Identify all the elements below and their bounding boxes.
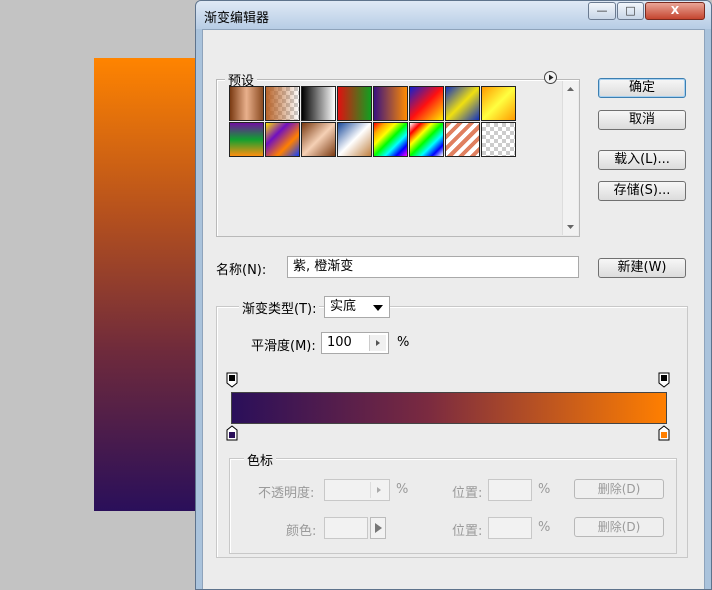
preset-swatch-blue-yellow-blue[interactable]	[445, 86, 480, 121]
preset-swatch-fill	[338, 87, 371, 120]
preset-swatch-fill	[230, 123, 263, 156]
minimize-button[interactable]: —	[588, 2, 616, 20]
preset-swatch-fill	[410, 123, 443, 156]
opacity-stop-right[interactable]	[658, 372, 670, 388]
close-button[interactable]: X	[645, 2, 705, 20]
preset-swatch-fill	[266, 87, 299, 120]
play-icon	[375, 523, 382, 533]
gradient-type-label: 渐变类型(T):	[239, 298, 320, 317]
location-unit-opacity: %	[538, 482, 551, 497]
location-input-color[interactable]	[488, 517, 532, 539]
preset-swatch-violet-orange[interactable]	[373, 86, 408, 121]
preset-swatch-fill	[446, 123, 479, 156]
opacity-stepper[interactable]	[370, 482, 387, 498]
location-unit-color: %	[538, 520, 551, 535]
scroll-down-icon[interactable]	[563, 221, 578, 233]
preset-swatch-copper-transparent[interactable]	[265, 86, 300, 121]
preset-swatch-transparent-rainbow[interactable]	[409, 122, 444, 157]
preset-swatch-fill	[482, 87, 515, 120]
save-button[interactable]: 存储(S)...	[598, 181, 686, 201]
gradient-editor-dialog: 渐变编辑器 — □ X 预设 确定 取消 载入(L)... 存储(S)... 名…	[195, 0, 712, 590]
preset-swatch-chrome[interactable]	[337, 122, 372, 157]
smoothness-stepper[interactable]	[369, 335, 386, 351]
cancel-button[interactable]: 取消	[598, 110, 686, 130]
delete-color-stop-button[interactable]: 删除(D)	[574, 517, 664, 537]
preset-swatch-fill	[446, 87, 479, 120]
new-button[interactable]: 新建(W)	[598, 258, 686, 278]
presets-list	[217, 80, 579, 236]
stops-group: 色标 不透明度: % 位置: % 删除(D) 颜色: 位置: % 删除(D)	[229, 450, 677, 554]
preset-swatch-yellow-violet-orange-blue[interactable]	[265, 122, 300, 157]
opacity-input[interactable]	[324, 479, 390, 501]
preset-swatch-fill	[374, 87, 407, 120]
dialog-title: 渐变编辑器	[204, 11, 270, 26]
preset-swatch-transparent-stripes[interactable]	[445, 122, 480, 157]
preset-swatch-fill	[302, 87, 335, 120]
gradient-bar[interactable]	[231, 392, 667, 424]
ok-button[interactable]: 确定	[598, 78, 686, 98]
color-picker-arrow[interactable]	[370, 517, 386, 539]
gradient-settings-group: 渐变类型(T): 实底 平滑度(M): 100 % 色标 不透明度: % 位置:…	[216, 296, 688, 558]
preset-swatch-violet-green-orange[interactable]	[229, 122, 264, 157]
smoothness-label: 平滑度(M):	[251, 339, 316, 354]
presets-group: 预设	[216, 70, 580, 237]
preset-swatch-fill	[302, 123, 335, 156]
dialog-client: 预设 确定 取消 载入(L)... 存储(S)... 名称(N): 紫, 橙渐变…	[202, 29, 705, 589]
preset-swatch-spectrum[interactable]	[373, 122, 408, 157]
delete-opacity-stop-button[interactable]: 删除(D)	[574, 479, 664, 499]
preset-swatch-foreground-transparent[interactable]	[481, 122, 516, 157]
location-label-opacity: 位置:	[452, 486, 483, 501]
presets-scrollbar[interactable]	[562, 81, 578, 235]
location-label-color: 位置:	[452, 524, 483, 539]
maximize-button[interactable]: □	[617, 2, 644, 20]
gradient-type-select[interactable]: 实底	[324, 296, 390, 318]
scroll-up-icon[interactable]	[563, 83, 578, 95]
preset-swatch-copper-2[interactable]	[301, 122, 336, 157]
smoothness-unit: %	[397, 335, 410, 350]
opacity-label: 不透明度:	[258, 486, 315, 501]
dropdown-arrow-icon	[373, 305, 383, 311]
color-label: 颜色:	[286, 524, 317, 539]
preset-swatch-red-green[interactable]	[337, 86, 372, 121]
smoothness-input[interactable]: 100	[321, 332, 389, 354]
title-bar[interactable]: 渐变编辑器 — □ X	[196, 1, 711, 29]
color-stop-right[interactable]	[658, 425, 670, 441]
load-button[interactable]: 载入(L)...	[598, 150, 686, 170]
name-label: 名称(N):	[216, 263, 267, 278]
chevron-right-icon	[377, 487, 381, 493]
gradient-type-value: 实底	[330, 299, 357, 314]
preset-swatch-copper-1[interactable]	[229, 86, 264, 121]
preset-swatch-black-white[interactable]	[301, 86, 336, 121]
preset-swatch-fill	[266, 123, 299, 156]
preset-swatch-orange-yellow-orange[interactable]	[481, 86, 516, 121]
name-input[interactable]: 紫, 橙渐变	[287, 256, 579, 278]
preset-swatch-fill	[410, 87, 443, 120]
canvas-gradient-preview	[94, 58, 204, 511]
preset-swatch-fill	[482, 123, 515, 156]
location-input-opacity[interactable]	[488, 479, 532, 501]
opacity-stop-left[interactable]	[226, 372, 238, 388]
stops-legend: 色标	[244, 450, 277, 469]
color-stop-left[interactable]	[226, 425, 238, 441]
color-swatch[interactable]	[324, 517, 368, 539]
chevron-right-icon	[376, 340, 380, 346]
opacity-unit: %	[396, 482, 409, 497]
preset-swatch-fill	[338, 123, 371, 156]
smoothness-value: 100	[327, 335, 352, 350]
preset-swatch-blue-red-yellow[interactable]	[409, 86, 444, 121]
preset-swatch-fill	[374, 123, 407, 156]
preset-swatch-fill	[230, 87, 263, 120]
